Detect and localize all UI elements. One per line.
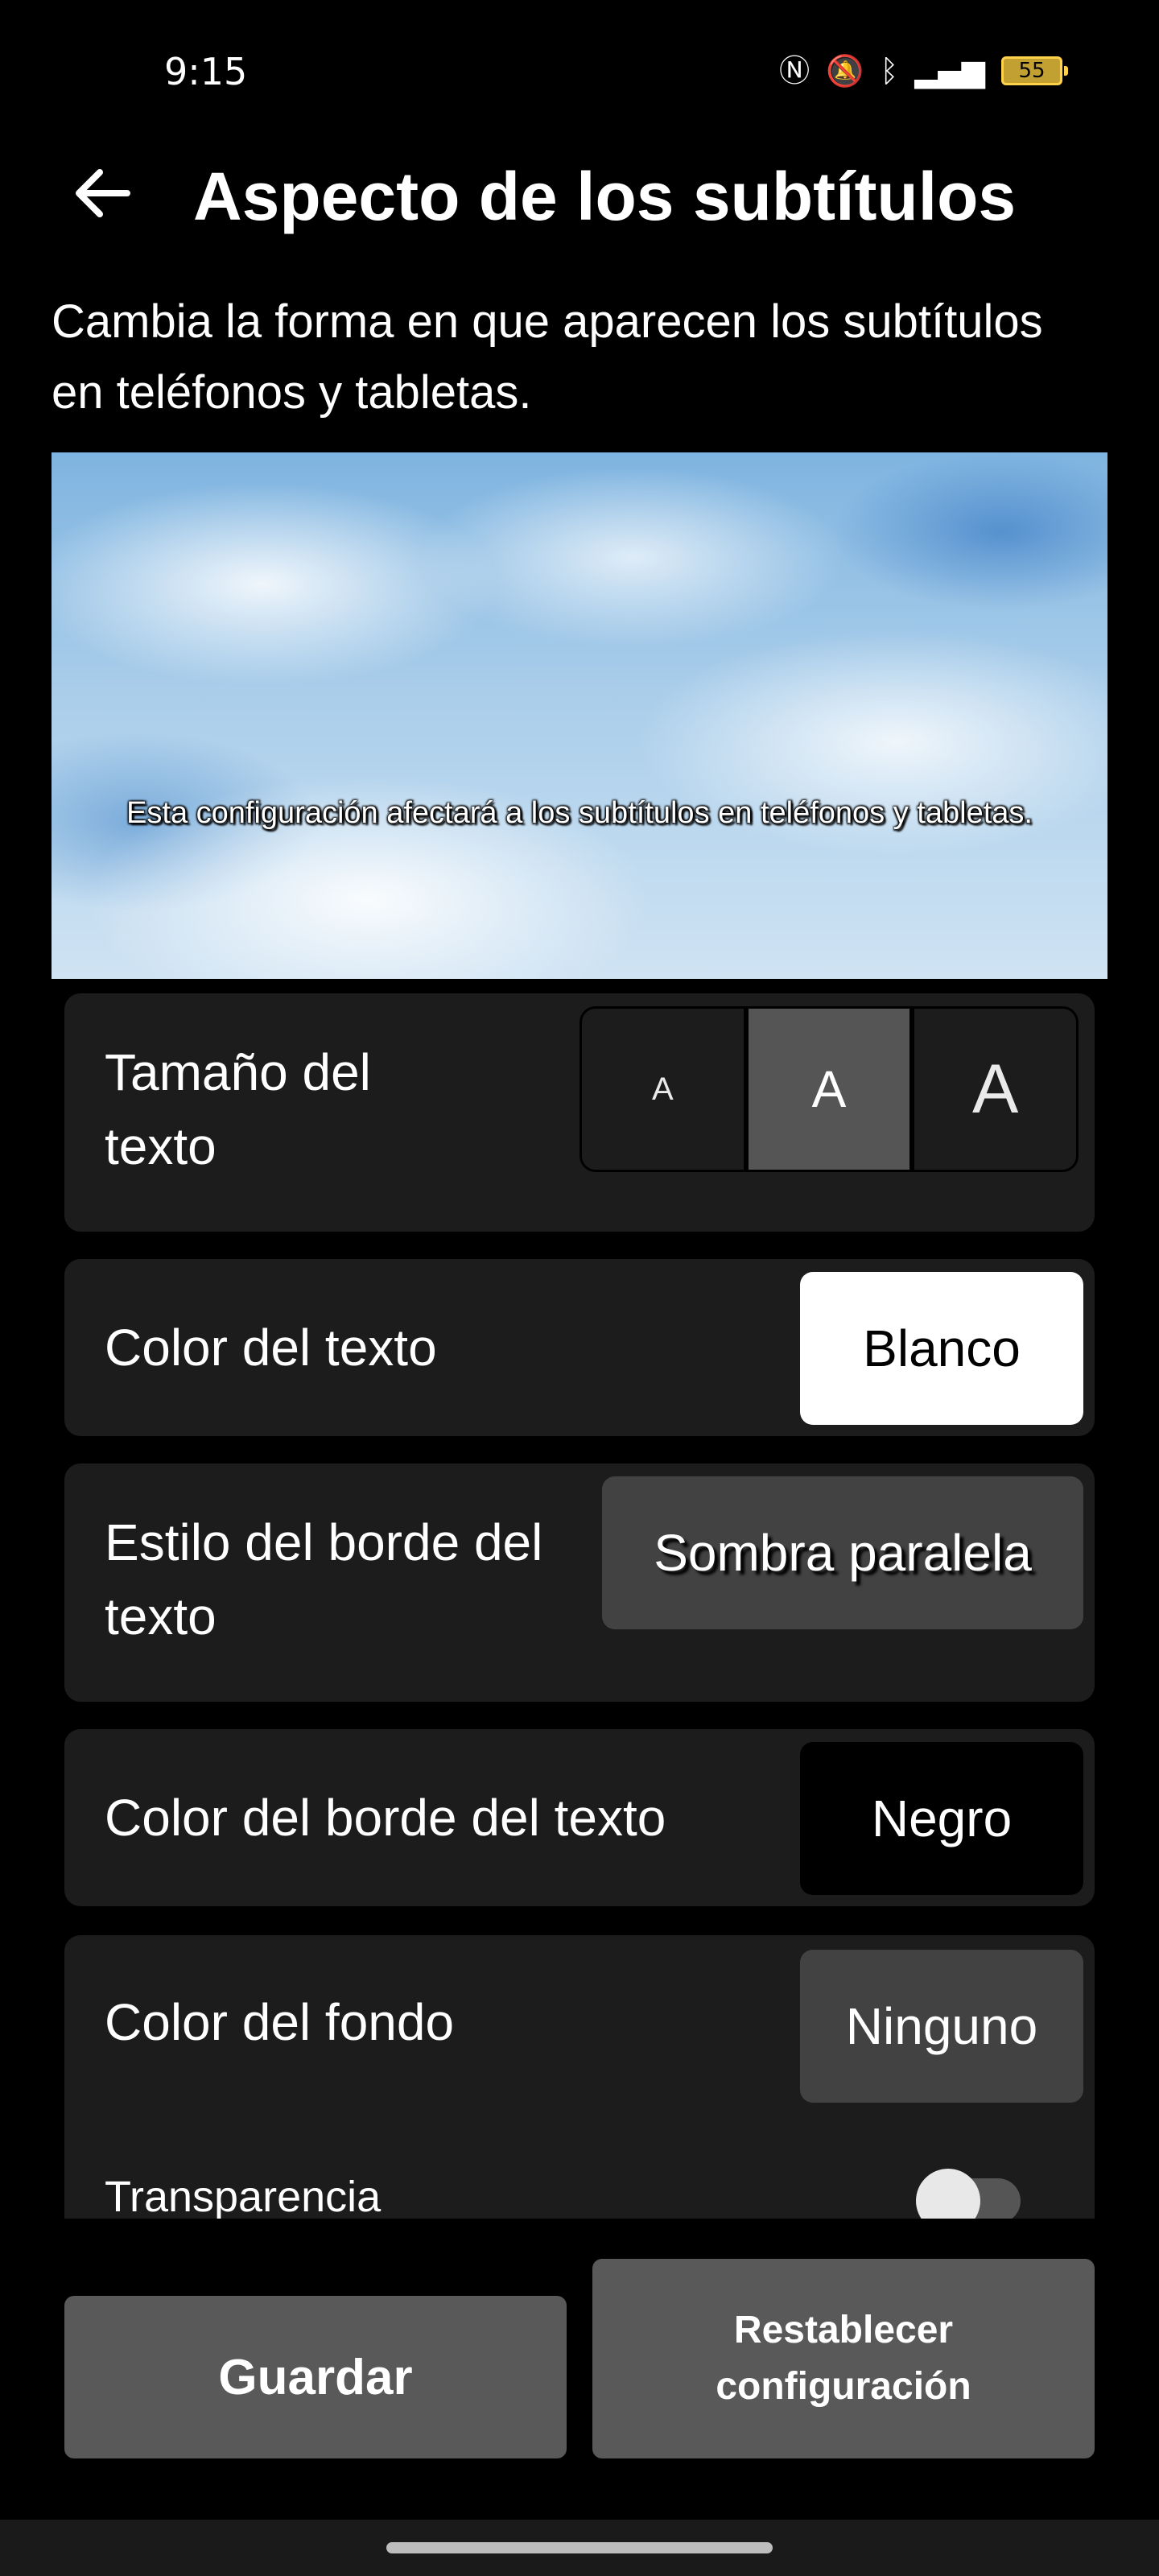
background-color-card: Color del fondo Ninguno Transparencia (64, 1935, 1095, 2219)
battery-indicator: 55 (1001, 56, 1068, 85)
edge-color-label: Color del borde del texto (105, 1789, 666, 1847)
edge-color-card: Color del borde del texto Negro (64, 1729, 1095, 1906)
edge-style-button[interactable]: Sombra paralela (602, 1476, 1083, 1629)
reset-settings-button[interactable]: Restablecer configuración (592, 2259, 1095, 2458)
nfc-icon: Ⓝ (779, 53, 810, 89)
page-description: Cambia la forma en que aparecen los subt… (52, 295, 1043, 419)
save-button[interactable]: Guardar (64, 2296, 567, 2458)
text-size-label: Tamaño del texto (105, 1043, 371, 1175)
edge-style-card: Estilo del borde del texto Sombra parale… (64, 1463, 1095, 1702)
back-arrow-icon[interactable] (71, 161, 135, 225)
mute-icon: 🔕 (826, 53, 864, 89)
preview-caption: Esta configuración afectará a los subtít… (126, 796, 1033, 830)
text-color-button[interactable]: Blanco (800, 1272, 1083, 1425)
transparency-toggle-thumb[interactable] (916, 2169, 980, 2219)
background-color-button[interactable]: Ninguno (800, 1950, 1083, 2103)
background-color-label: Color del fondo (105, 1993, 455, 2051)
transparency-label: Transparencia (105, 2173, 382, 2219)
home-gesture-handle[interactable] (386, 2542, 773, 2553)
text-size-card: Tamaño del texto A A A (64, 993, 1095, 1232)
bluetooth-icon: ᛒ (880, 53, 899, 89)
text-color-card: Color del texto Blanco (64, 1259, 1095, 1436)
text-color-label: Color del texto (105, 1319, 437, 1377)
text-size-small-button[interactable]: A (582, 1009, 744, 1170)
status-icons: Ⓝ 🔕 ᛒ ▂▄▆ 55 (779, 52, 1068, 90)
edge-style-label: Estilo del borde del texto (105, 1513, 543, 1645)
text-size-medium-button[interactable]: A (748, 1009, 910, 1170)
text-size-large-button[interactable]: A (914, 1009, 1076, 1170)
edge-color-button[interactable]: Negro (800, 1742, 1083, 1895)
status-time: 9:15 (164, 50, 248, 93)
signal-4g-icon: ▂▄▆ (914, 53, 985, 89)
subtitle-preview: Esta configuración afectará a los subtít… (52, 452, 1107, 979)
page-title: Aspecto de los subtítulos (193, 159, 1017, 234)
text-size-selector: A A A (580, 1006, 1079, 1172)
